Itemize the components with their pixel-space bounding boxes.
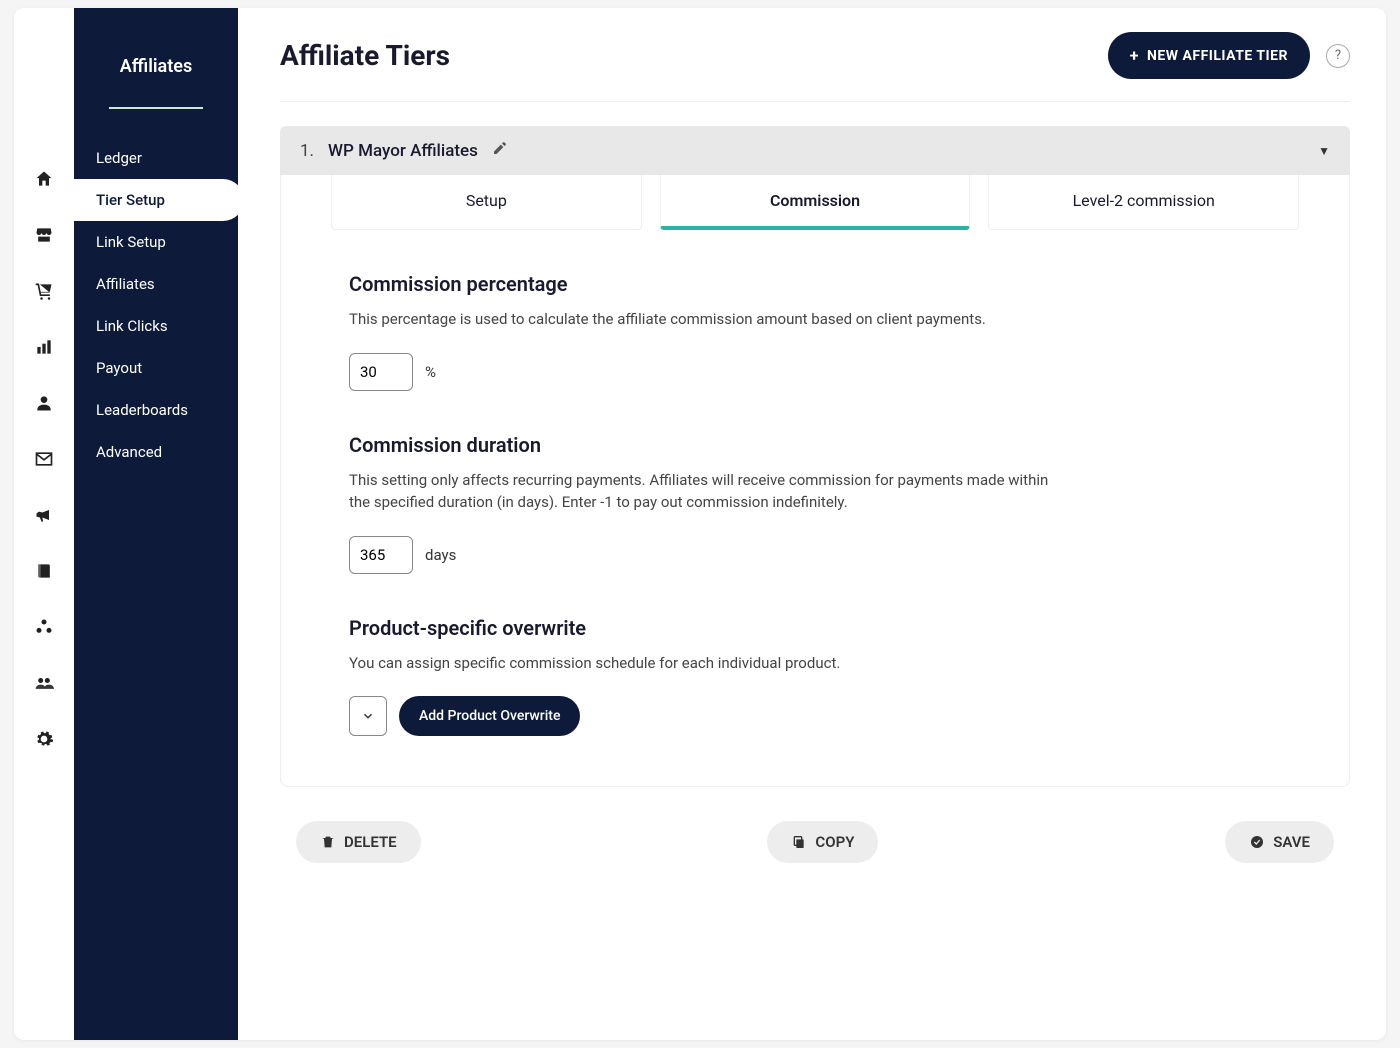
- main-content: Affiliate Tiers + NEW AFFILIATE TIER ? 1…: [238, 8, 1386, 1040]
- gear-icon[interactable]: [33, 728, 55, 750]
- add-product-overwrite-button[interactable]: Add Product Overwrite: [399, 696, 580, 736]
- product-overwrite-section: Product-specific overwrite You can assig…: [317, 616, 1313, 737]
- section-description: This setting only affects recurring paym…: [349, 469, 1049, 514]
- sidebar-item-payout[interactable]: Payout: [74, 347, 238, 389]
- delete-label: DELETE: [344, 833, 397, 851]
- group-icon[interactable]: [33, 672, 55, 694]
- user-icon[interactable]: [33, 392, 55, 414]
- plus-icon: +: [1130, 46, 1139, 65]
- chevron-down-icon[interactable]: ▼: [1318, 144, 1330, 158]
- mail-icon[interactable]: [33, 448, 55, 470]
- cart-icon[interactable]: [33, 280, 55, 302]
- sidebar-item-tier-setup[interactable]: Tier Setup: [74, 179, 244, 221]
- section-heading: Commission duration: [349, 433, 1281, 457]
- page-title: Affiliate Tiers: [280, 39, 450, 72]
- icon-rail: [14, 8, 74, 1040]
- new-button-label: NEW AFFILIATE TIER: [1147, 48, 1288, 64]
- section-description: This percentage is used to calculate the…: [349, 308, 1049, 331]
- section-description: You can assign specific commission sched…: [349, 652, 1049, 675]
- tabs: Setup Commission Level-2 commission: [317, 175, 1313, 230]
- copy-label: COPY: [815, 833, 854, 851]
- book-icon[interactable]: [33, 560, 55, 582]
- sidebar: Affiliates LedgerTier SetupLink SetupAff…: [74, 8, 238, 1040]
- sidebar-divider: [109, 107, 203, 109]
- copy-button[interactable]: COPY: [767, 821, 878, 863]
- sidebar-item-link-clicks[interactable]: Link Clicks: [74, 305, 238, 347]
- edit-icon[interactable]: [492, 140, 508, 161]
- copy-icon: [791, 834, 807, 850]
- tier-accordion-header[interactable]: 1. WP Mayor Affiliates ▼: [280, 126, 1350, 175]
- tier-panel: Setup Commission Level-2 commission Commis…: [280, 175, 1350, 787]
- trash-icon: [320, 834, 336, 850]
- section-heading: Product-specific overwrite: [349, 616, 1281, 640]
- megaphone-icon[interactable]: [33, 504, 55, 526]
- home-icon[interactable]: [33, 168, 55, 190]
- commission-percentage-section: Commission percentage This percentage is…: [317, 272, 1313, 391]
- chart-icon[interactable]: [33, 336, 55, 358]
- sidebar-item-affiliates[interactable]: Affiliates: [74, 263, 238, 305]
- page-header: Affiliate Tiers + NEW AFFILIATE TIER ?: [280, 32, 1350, 102]
- sidebar-title: Affiliates: [74, 56, 238, 87]
- commission-duration-input[interactable]: [349, 536, 413, 574]
- tab-setup[interactable]: Setup: [331, 175, 642, 230]
- sidebar-item-leaderboards[interactable]: Leaderboards: [74, 389, 238, 431]
- nodes-icon[interactable]: [33, 616, 55, 638]
- sidebar-item-advanced[interactable]: Advanced: [74, 431, 238, 473]
- section-heading: Commission percentage: [349, 272, 1281, 296]
- new-affiliate-tier-button[interactable]: + NEW AFFILIATE TIER: [1108, 32, 1310, 79]
- chevron-down-icon: [361, 709, 375, 723]
- save-label: SAVE: [1273, 833, 1310, 851]
- tier-name: WP Mayor Affiliates: [328, 141, 478, 161]
- help-button[interactable]: ?: [1326, 44, 1350, 68]
- tab-level-2-commission[interactable]: Level-2 commission: [988, 175, 1299, 230]
- tab-commission[interactable]: Commission: [660, 175, 971, 230]
- check-circle-icon: [1249, 834, 1265, 850]
- sidebar-item-ledger[interactable]: Ledger: [74, 137, 238, 179]
- store-icon[interactable]: [33, 224, 55, 246]
- delete-button[interactable]: DELETE: [296, 821, 421, 863]
- commission-duration-section: Commission duration This setting only af…: [317, 433, 1313, 574]
- overwrite-expand-button[interactable]: [349, 696, 387, 736]
- footer-actions: DELETE COPY SAVE: [280, 821, 1350, 863]
- percent-unit: %: [425, 363, 436, 381]
- commission-percentage-input[interactable]: [349, 353, 413, 391]
- save-button[interactable]: SAVE: [1225, 821, 1334, 863]
- tier-index: 1.: [300, 141, 314, 161]
- days-unit: days: [425, 546, 456, 564]
- sidebar-item-link-setup[interactable]: Link Setup: [74, 221, 238, 263]
